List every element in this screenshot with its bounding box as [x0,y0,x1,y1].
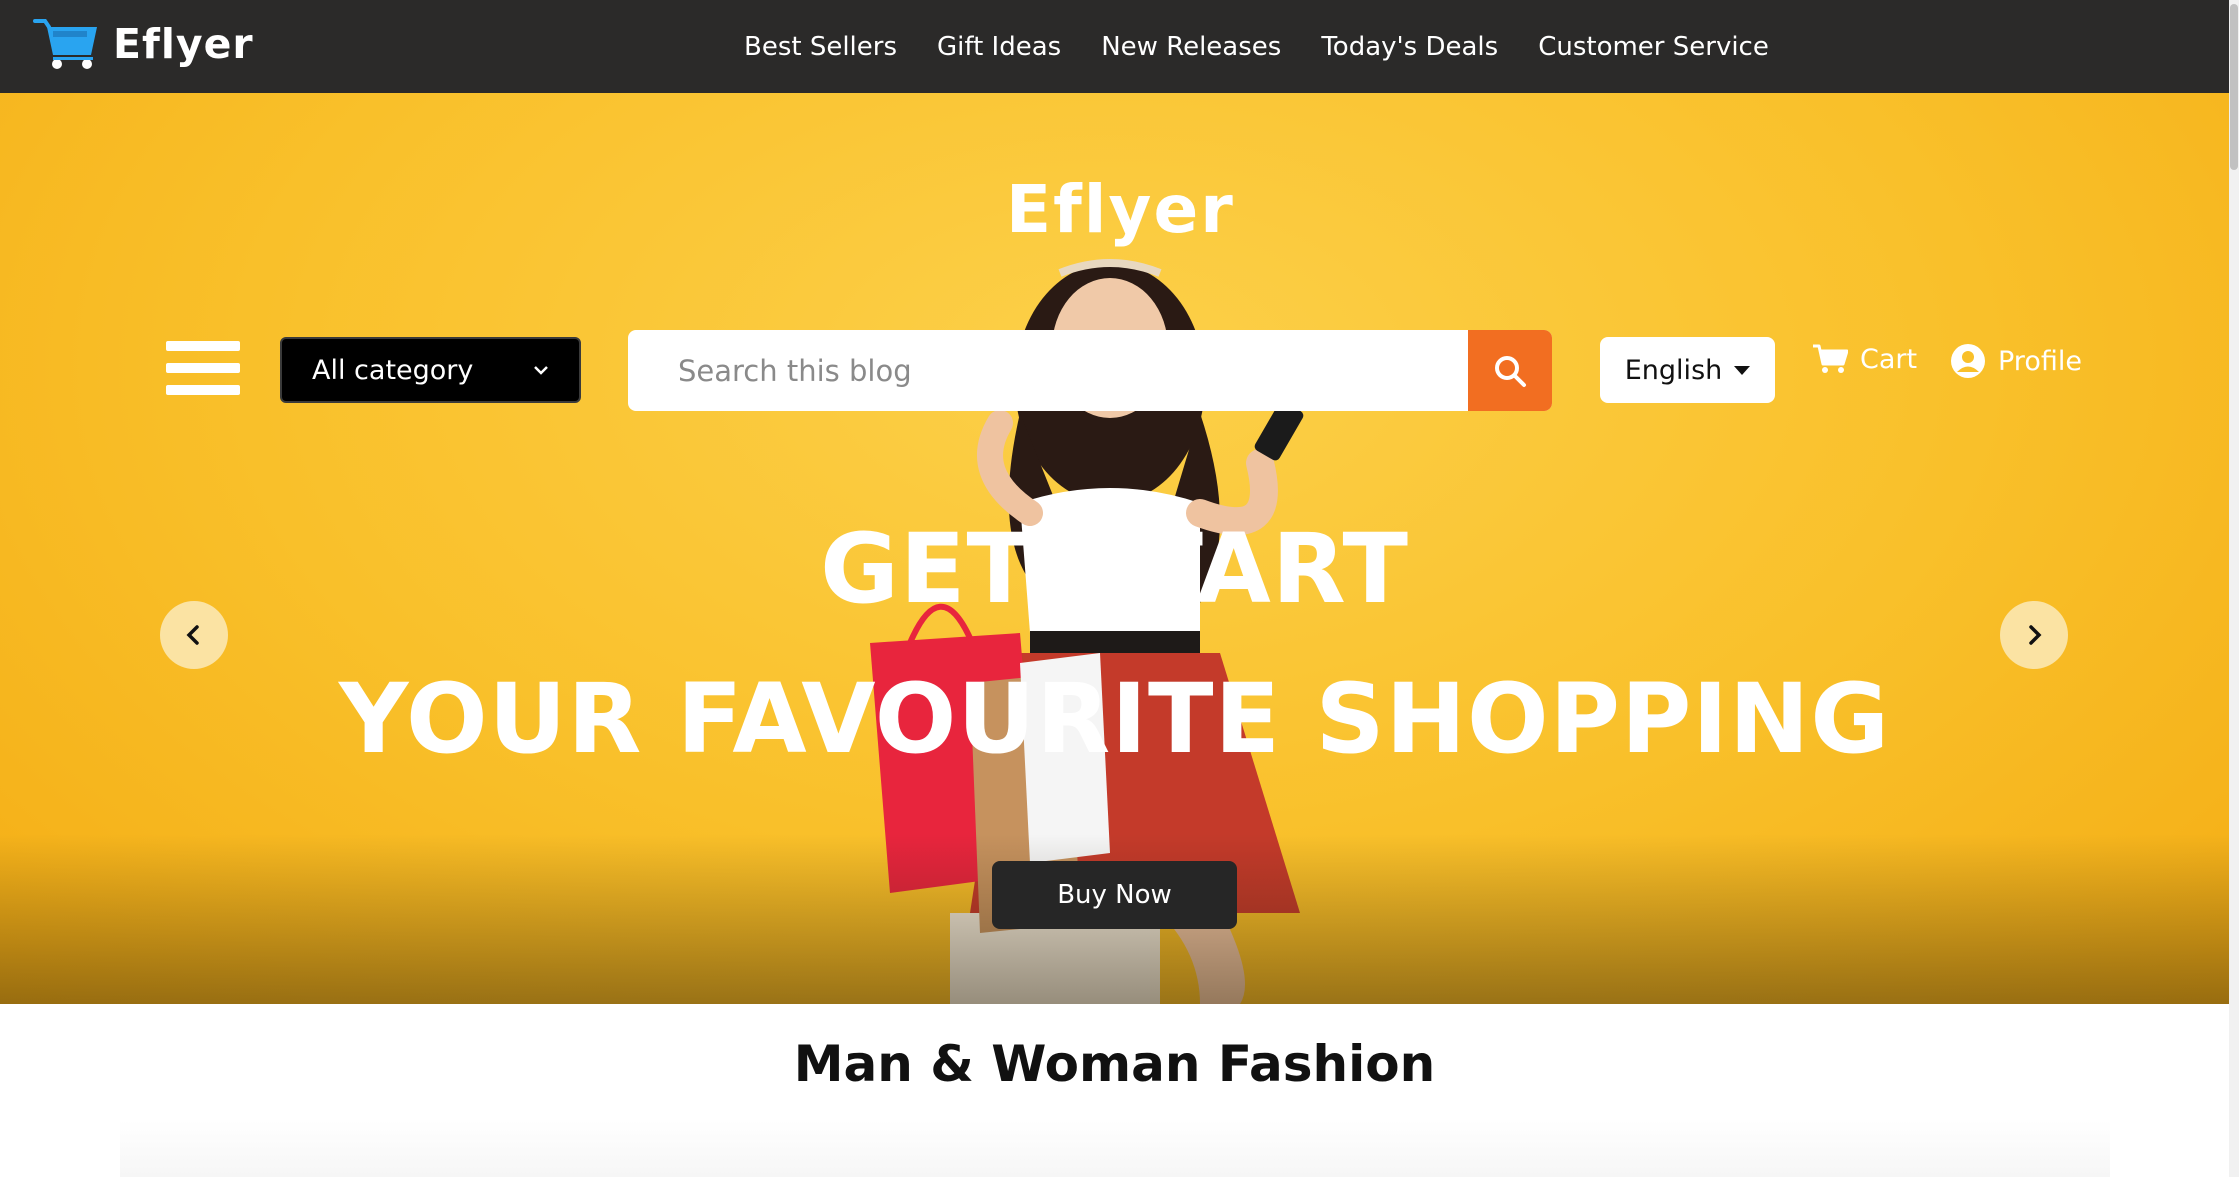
hero-headline-1: GET START [820,513,1409,625]
scrollbar-thumb[interactable] [2230,4,2238,170]
language-label: English [1624,354,1723,386]
hamburger-menu-icon[interactable] [166,341,240,395]
cart-link[interactable]: Cart [1812,343,1917,375]
nav-todays-deals[interactable]: Today's Deals [1321,32,1498,62]
search-bar [628,330,1552,411]
brand-logo[interactable]: Eflyer [33,17,254,71]
profile-link[interactable]: Profile [1950,343,2082,379]
main-nav: Best Sellers Gift Ideas New Releases Tod… [744,0,1769,93]
chevron-right-icon [2029,625,2042,645]
user-circle-icon [1951,344,1985,378]
chevron-left-icon [186,625,199,645]
language-dropdown[interactable]: English [1600,337,1775,403]
top-navbar: Eflyer Best Sellers Gift Ideas New Relea… [0,0,2229,93]
nav-customer-service[interactable]: Customer Service [1538,32,1769,62]
hero-logo: Eflyer [1006,171,1235,248]
page-scrollbar[interactable] [2229,0,2239,1177]
nav-best-sellers[interactable]: Best Sellers [744,32,897,62]
search-button[interactable] [1468,330,1552,411]
hero-banner: Eflyer All category English Cart [0,93,2229,1004]
carousel-next-button[interactable] [2000,601,2068,669]
search-icon [1495,355,1526,387]
category-select[interactable]: All category [280,337,581,403]
cart-label: Cart [1860,343,1918,375]
profile-label: Profile [1998,345,2082,377]
product-strip-placeholder [120,1120,2110,1177]
carousel-prev-button[interactable] [160,601,228,669]
hero-headline-2: YOUR FAVOURITE SHOPPING [338,663,1891,775]
nav-new-releases[interactable]: New Releases [1101,32,1281,62]
nav-gift-ideas[interactable]: Gift Ideas [937,32,1061,62]
chevron-down-icon [534,366,548,375]
cart-icon [1813,344,1848,373]
buy-now-button[interactable]: Buy Now [992,861,1237,929]
caret-down-icon [1734,365,1751,375]
section-title: Man & Woman Fashion [793,1035,1436,1093]
search-input[interactable] [628,330,1468,411]
shopping-cart-logo-icon [33,19,97,69]
category-selected-value: All category [312,354,474,386]
brand-name: Eflyer [113,20,254,68]
